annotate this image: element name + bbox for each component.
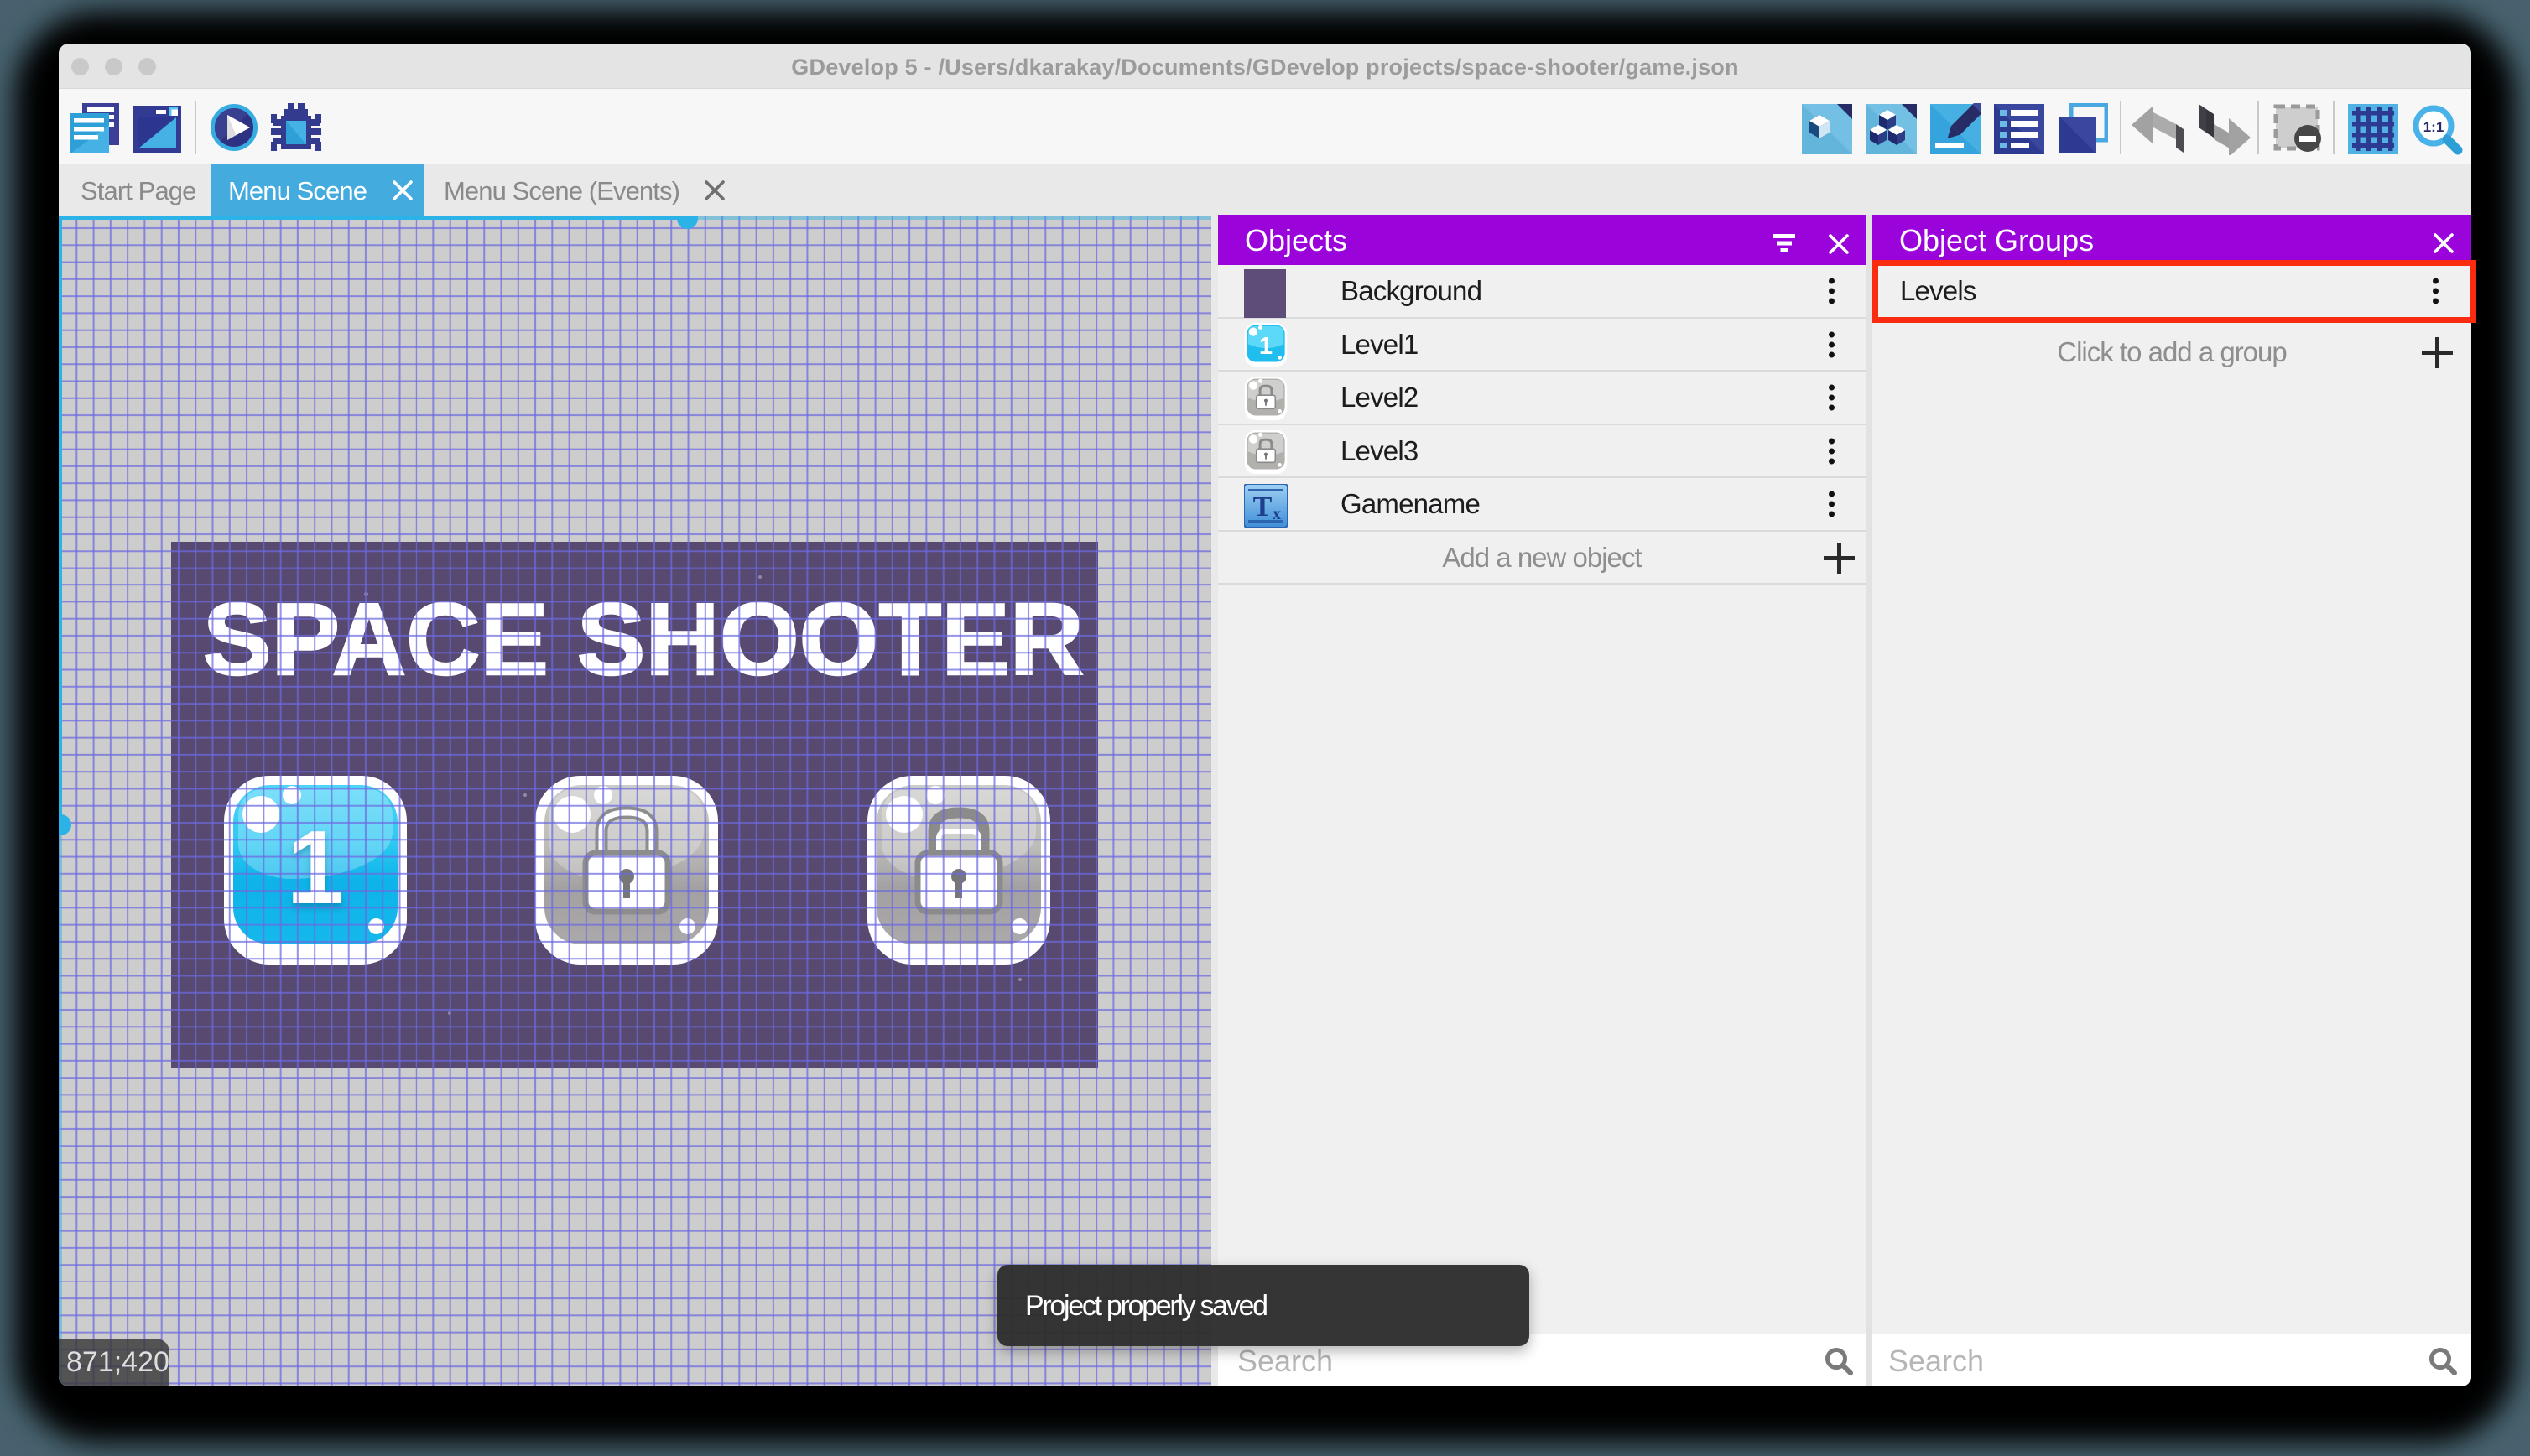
svg-text:1:1: 1:1	[2423, 119, 2444, 135]
svg-text:x: x	[1273, 505, 1281, 523]
svg-text:T: T	[1253, 491, 1273, 523]
svg-text:1: 1	[1259, 333, 1273, 360]
